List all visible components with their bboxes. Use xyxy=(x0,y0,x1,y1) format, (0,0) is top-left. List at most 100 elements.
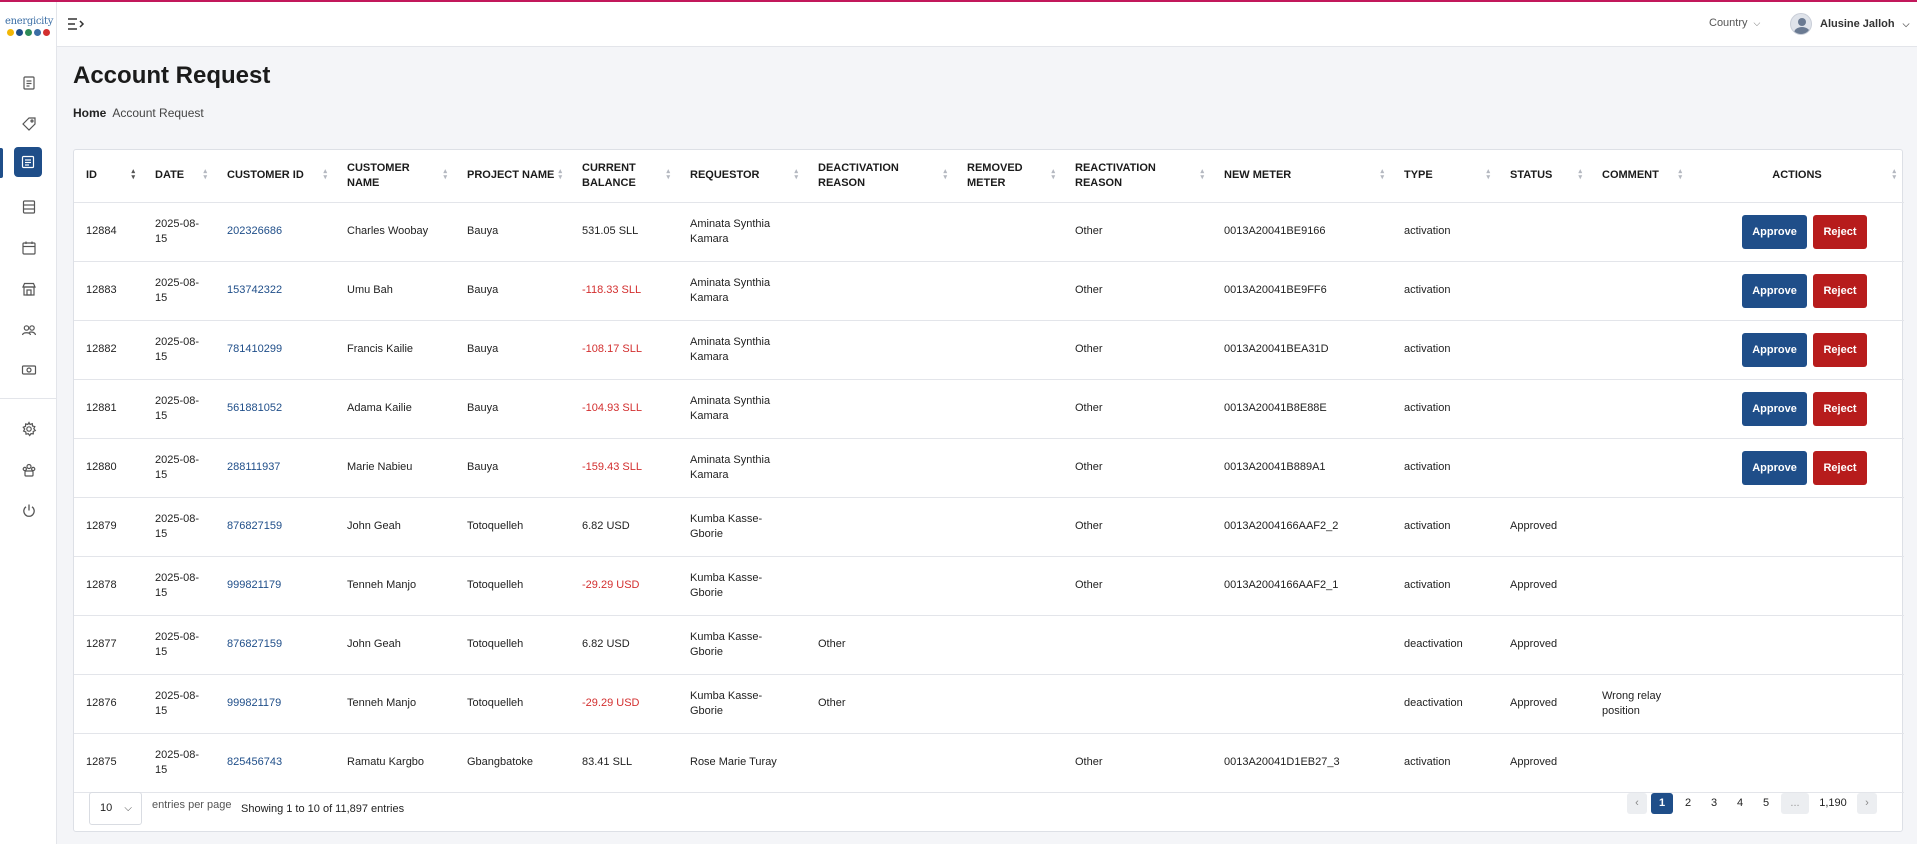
column-header-customer-name[interactable]: CUSTOMER NAME ▴ ▾ xyxy=(335,150,455,203)
logo[interactable]: energicity xyxy=(5,16,53,36)
cell-customer-id[interactable]: 876827159 xyxy=(215,497,335,557)
reject-button[interactable]: Reject xyxy=(1813,332,1867,367)
cell-new-meter: 0013A20041B889A1 xyxy=(1212,438,1392,498)
prev-page-button[interactable]: ‹ xyxy=(1627,793,1647,814)
cell-project-name: Bauya xyxy=(455,320,570,380)
avatar xyxy=(1790,13,1812,35)
cell-reactivation-reason: Other xyxy=(1063,202,1212,262)
sidebar-divider xyxy=(0,398,57,399)
cell-removed-meter xyxy=(955,674,1063,734)
column-header-status[interactable]: STATUS ▴ ▾ xyxy=(1498,150,1590,203)
column-header-removed-meter[interactable]: REMOVED METER ▴ ▾ xyxy=(955,150,1063,203)
cell-removed-meter xyxy=(955,615,1063,675)
cell-removed-meter xyxy=(955,556,1063,616)
cell-requestor: Kumba Kasse-Gborie xyxy=(678,674,806,734)
reject-button[interactable]: Reject xyxy=(1813,450,1867,485)
country-selector[interactable]: Country ⌵ xyxy=(1709,17,1760,29)
page-button-2[interactable]: 2 xyxy=(1677,793,1699,814)
table-row: 12876 2025-08-15 999821179 Tenneh Manjo Toto… xyxy=(74,674,1904,734)
approve-button[interactable]: Approve xyxy=(1742,273,1807,308)
cell-status xyxy=(1498,202,1590,262)
table-row: 12884 2025-08-15 202326686 Charles Woobay Ba… xyxy=(74,202,1904,262)
country-label: Country xyxy=(1709,17,1748,29)
page-button-1[interactable]: 1 xyxy=(1651,793,1673,814)
column-header-date[interactable]: DATE ▴ ▾ xyxy=(143,150,215,203)
page-button-5[interactable]: 5 xyxy=(1755,793,1777,814)
cell-new-meter xyxy=(1212,615,1392,675)
cash-icon[interactable] xyxy=(14,355,43,384)
power-icon[interactable] xyxy=(14,496,43,525)
column-header-project-name[interactable]: PROJECT NAME ▴ ▾ xyxy=(455,150,570,203)
cell-current-balance: -104.93 SLL xyxy=(570,379,678,439)
page-button-3[interactable]: 3 xyxy=(1703,793,1725,814)
cell-actions: Approve Reject xyxy=(1690,438,1904,498)
next-page-button[interactable]: › xyxy=(1857,793,1877,814)
reject-button[interactable]: Reject xyxy=(1813,391,1867,426)
document-icon[interactable] xyxy=(14,68,43,97)
cell-new-meter: 0013A20041BE9FF6 xyxy=(1212,261,1392,321)
menu-toggle-icon[interactable] xyxy=(67,16,85,32)
cell-status xyxy=(1498,438,1590,498)
cell-customer-name: Marie Nabieu xyxy=(335,438,455,498)
approve-button[interactable]: Approve xyxy=(1742,391,1807,426)
store-icon[interactable] xyxy=(14,274,43,303)
cell-requestor: Kumba Kasse-Gborie xyxy=(678,497,806,557)
cell-reactivation-reason: Other xyxy=(1063,556,1212,616)
cell-comment xyxy=(1590,556,1690,616)
reject-button[interactable]: Reject xyxy=(1813,273,1867,308)
per-page-select[interactable]: 10 ⌵ xyxy=(89,792,142,825)
approve-button[interactable]: Approve xyxy=(1742,450,1807,485)
column-header-type[interactable]: TYPE ▴ ▾ xyxy=(1392,150,1498,203)
table-icon[interactable] xyxy=(14,192,43,221)
cell-customer-id[interactable]: 561881052 xyxy=(215,379,335,439)
reject-button[interactable]: Reject xyxy=(1813,214,1867,249)
cell-customer-id[interactable]: 153742322 xyxy=(215,261,335,321)
column-header-deactivation-reason[interactable]: DEACTIVATION REASON ▴ ▾ xyxy=(806,150,955,203)
cell-customer-name: Charles Woobay xyxy=(335,202,455,262)
column-header-reactivation-reason[interactable]: REACTIVATION REASON ▴ ▾ xyxy=(1063,150,1212,203)
cell-status xyxy=(1498,379,1590,439)
page-button-4[interactable]: 4 xyxy=(1729,793,1751,814)
column-header-requestor[interactable]: REQUESTOR ▴ ▾ xyxy=(678,150,806,203)
cell-reactivation-reason: Other xyxy=(1063,438,1212,498)
cell-deactivation-reason xyxy=(806,261,955,321)
cell-reactivation-reason xyxy=(1063,674,1212,734)
cell-customer-id[interactable]: 288111937 xyxy=(215,438,335,498)
cell-requestor: Aminata Synthia Kamara xyxy=(678,202,806,262)
cell-new-meter: 0013A2004166AAF2_2 xyxy=(1212,497,1392,557)
cell-customer-id[interactable]: 999821179 xyxy=(215,674,335,734)
column-header-id[interactable]: ID ▴ ▾ xyxy=(74,150,143,203)
cell-deactivation-reason xyxy=(806,379,955,439)
page-ellipsis: ... xyxy=(1781,793,1809,814)
calendar-icon[interactable] xyxy=(14,233,43,262)
cell-comment xyxy=(1590,438,1690,498)
approve-button[interactable]: Approve xyxy=(1742,332,1807,367)
cell-project-name: Totoquelleh xyxy=(455,497,570,557)
column-header-current-balance[interactable]: CURRENT BALANCE ▴ ▾ xyxy=(570,150,678,203)
column-header-customer-id[interactable]: CUSTOMER ID ▴ ▾ xyxy=(215,150,335,203)
account-request-icon[interactable] xyxy=(14,147,42,177)
page-title: Account Request xyxy=(73,62,271,89)
cell-customer-name: Adama Kailie xyxy=(335,379,455,439)
team-icon[interactable] xyxy=(14,455,43,484)
cell-customer-id[interactable]: 202326686 xyxy=(215,202,335,262)
breadcrumb-home[interactable]: Home xyxy=(73,106,106,120)
column-header-actions[interactable]: ACTIONS ▴ ▾ xyxy=(1690,150,1904,203)
cell-customer-id[interactable]: 999821179 xyxy=(215,556,335,616)
settings-icon[interactable] xyxy=(14,414,43,443)
column-header-new-meter[interactable]: NEW METER ▴ ▾ xyxy=(1212,150,1392,203)
users-icon[interactable] xyxy=(14,315,43,344)
user-menu[interactable]: Alusine Jalloh ⌵ xyxy=(1790,13,1909,35)
cell-customer-id[interactable]: 781410299 xyxy=(215,320,335,380)
page-button-last[interactable]: 1,190 xyxy=(1813,793,1853,814)
cell-type: activation xyxy=(1392,438,1498,498)
cell-project-name: Bauya xyxy=(455,438,570,498)
column-header-comment[interactable]: COMMENT ▴ ▾ xyxy=(1590,150,1690,203)
approve-button[interactable]: Approve xyxy=(1742,214,1807,249)
cell-customer-id[interactable]: 876827159 xyxy=(215,615,335,675)
cell-actions xyxy=(1690,497,1904,557)
tag-icon[interactable] xyxy=(14,109,43,138)
cell-actions xyxy=(1690,556,1904,616)
cell-removed-meter xyxy=(955,379,1063,439)
cell-new-meter: 0013A20041B8E88E xyxy=(1212,379,1392,439)
